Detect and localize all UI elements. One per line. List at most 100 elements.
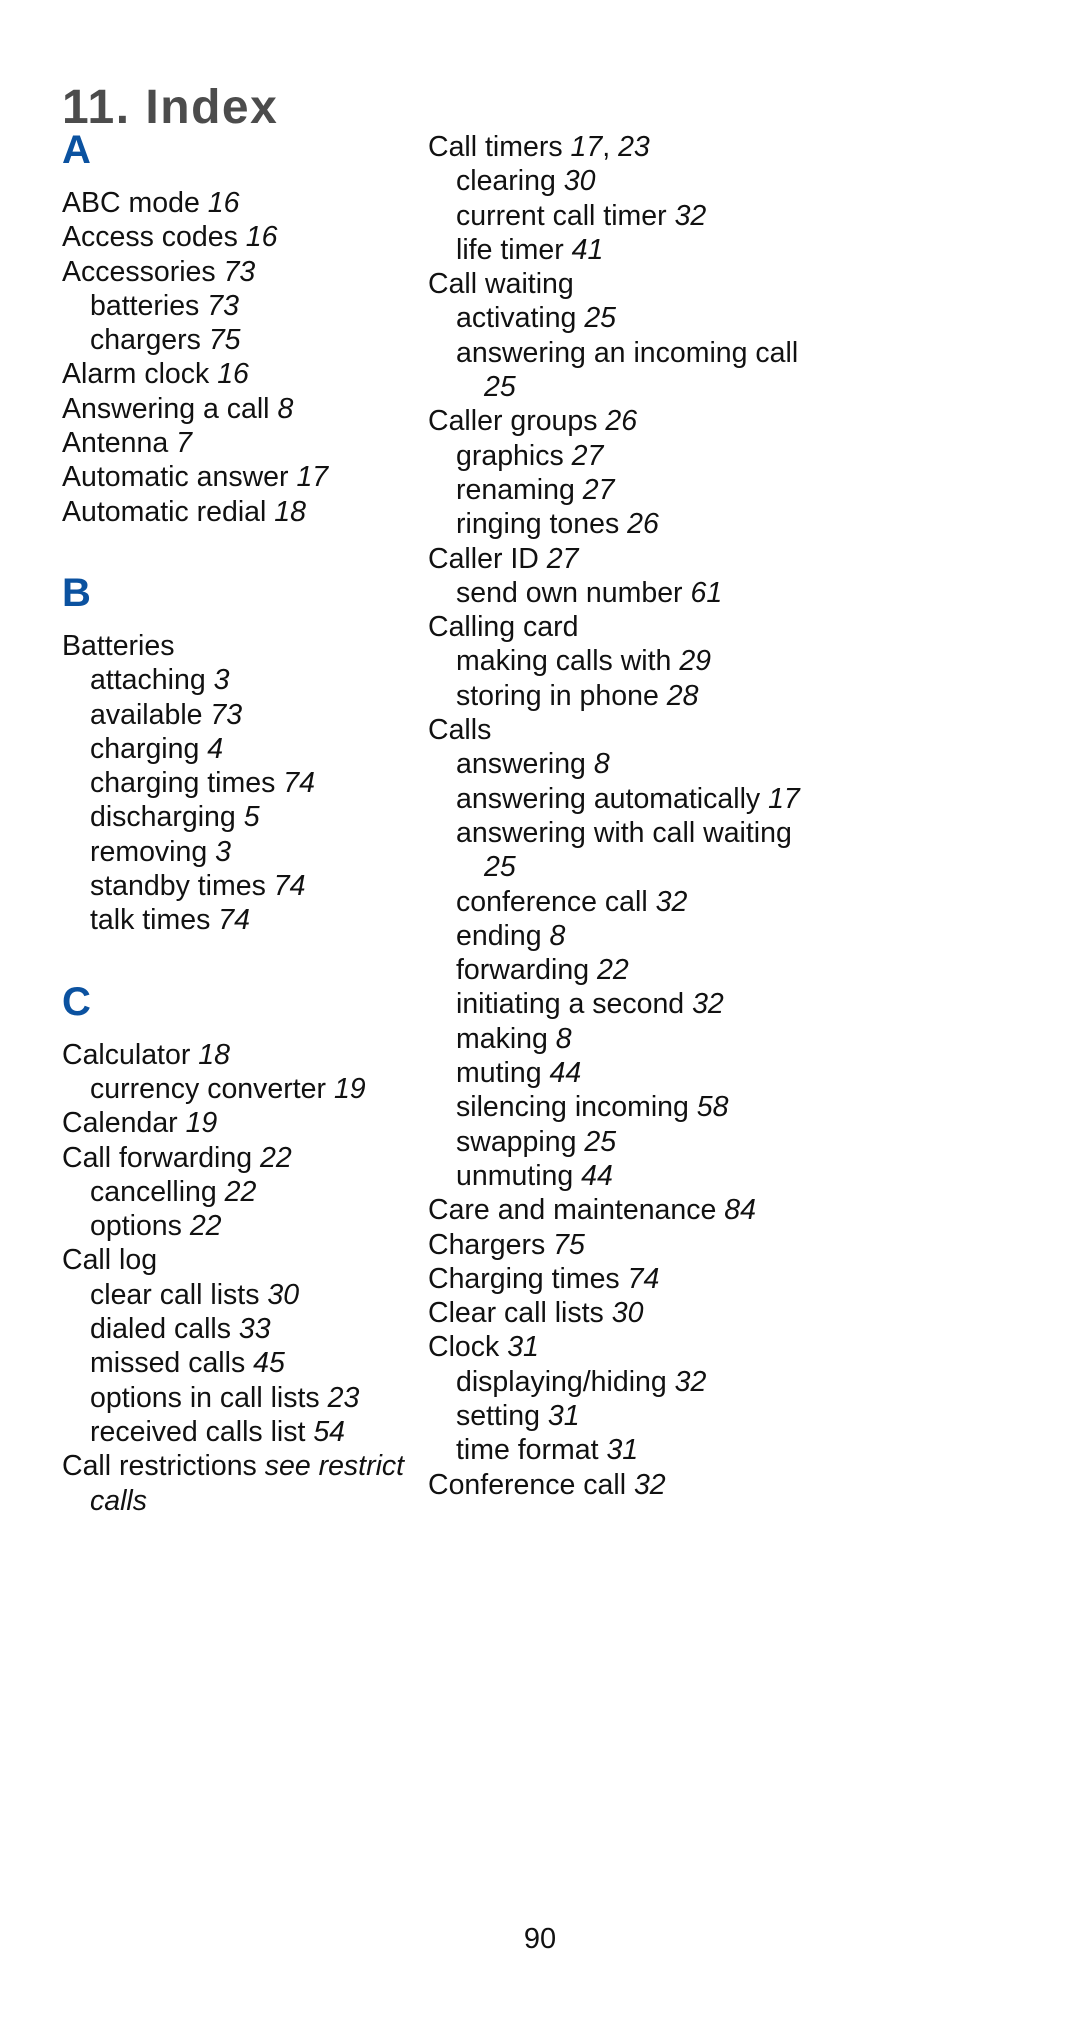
index-entry-label: discharging	[90, 801, 236, 834]
index-entry-page-number: 3	[213, 664, 230, 697]
index-entry-page-number: 74	[218, 904, 250, 937]
section-letter-a: A	[62, 128, 91, 172]
index-entry-label: Automatic redial	[62, 495, 267, 528]
index-entry: making 8	[428, 1022, 828, 1056]
index-entry: attaching 3	[62, 663, 422, 697]
index-entry: displaying/hiding 32	[428, 1365, 828, 1399]
index-entry-page-number: 32	[674, 1365, 707, 1398]
index-entry: received calls list 54	[62, 1415, 422, 1449]
index-entry-page-number: 32	[655, 885, 688, 918]
index-entry: Calls	[428, 713, 828, 747]
index-entry: dialed calls 33	[62, 1312, 422, 1346]
index-entry-page-number: 22	[597, 954, 629, 987]
index-entry-label: charging times	[90, 767, 276, 800]
index-entry-label: forwarding	[456, 954, 590, 987]
index-entry-page-number: 19	[185, 1107, 218, 1140]
index-entry-label: received calls list	[90, 1415, 306, 1448]
index-entry-label: ending	[456, 919, 542, 952]
index-entry-label: renaming	[456, 473, 575, 506]
index-entry: storing in phone 28	[428, 679, 828, 713]
index-entry: Alarm clock 16	[62, 357, 422, 391]
index-entry-label: current call timer	[456, 199, 667, 232]
index-entry-page-number: 25	[584, 302, 617, 335]
index-entry-page-number: 73	[223, 255, 256, 288]
index-entry-page-number: 8	[593, 748, 610, 781]
index-entry: send own number 61	[428, 576, 828, 610]
index-entry-label: Chargers	[428, 1228, 546, 1261]
index-entry: Call forwarding 22	[62, 1141, 422, 1175]
index-entry: Calendar 19	[62, 1106, 422, 1140]
index-entry-label: dialed calls	[90, 1313, 231, 1346]
index-entry-label: Calls	[428, 714, 492, 747]
section-letter-c: C	[62, 979, 91, 1024]
index-entry-label: Accessories	[62, 255, 216, 288]
index-entry: currency converter 19	[62, 1072, 422, 1106]
index-entry-page-number: 3	[215, 835, 231, 868]
index-entry-page-number: 18	[198, 1038, 230, 1071]
index-entry-label: storing in phone	[456, 679, 659, 712]
index-entry-label: talk times	[90, 904, 211, 937]
index-entry-label: Call forwarding	[62, 1141, 253, 1174]
index-entry-label: making calls with	[456, 645, 672, 678]
index-entry-label: cancelling	[90, 1175, 217, 1208]
index-entry: options in call lists 23	[62, 1381, 422, 1415]
index-entry-label: initiating a second	[456, 988, 685, 1021]
index-entry: Automatic answer 17	[62, 460, 422, 494]
page-number-folio: 90	[523, 1923, 557, 1955]
index-entry-page-number: 73	[207, 289, 239, 322]
index-entry-label: answering an incoming call	[456, 336, 799, 369]
index-entry: missed calls 45	[62, 1346, 422, 1380]
index-entry: batteries 73	[62, 289, 422, 323]
index-entry: chargers 75	[62, 323, 422, 357]
index-entry-label: removing	[90, 835, 208, 868]
index-entry-label: options	[90, 1210, 182, 1243]
index-entry: conference call 32	[428, 885, 828, 919]
index-entry-page-number: 33	[238, 1313, 271, 1346]
index-entry: Batteries	[62, 629, 422, 663]
index-entry: cancelling 22	[62, 1175, 422, 1209]
index-entry-page-number: 58	[696, 1091, 729, 1124]
index-entry-label: graphics	[456, 439, 564, 472]
index-entry-page-number: 31	[606, 1434, 639, 1467]
index-entry-page-number: 8	[549, 919, 566, 952]
index-entry-label: clearing	[456, 165, 556, 198]
index-entry-page-number: 8	[277, 392, 294, 425]
index-entry-label: Calendar	[62, 1107, 178, 1140]
index-entry-page-number: 19	[333, 1072, 366, 1105]
index-entry-page-number: 84	[724, 1194, 756, 1227]
index-entry-page-number: 75	[208, 324, 241, 357]
index-entry: Call restrictions see restrict calls	[62, 1449, 422, 1518]
index-entry: answering with call waiting 25	[428, 816, 828, 885]
index-entry-label: available	[90, 698, 203, 731]
index-entry-label: setting	[456, 1399, 540, 1432]
page-title: 11. Index	[62, 81, 279, 135]
index-entry-page-number: 73	[210, 698, 243, 731]
index-entry: making calls with 29	[428, 644, 828, 678]
index-entry-page-number: 27	[571, 439, 604, 472]
index-entry-label: making	[456, 1022, 548, 1055]
index-entry: Clock 31	[428, 1330, 828, 1364]
index-entry: renaming 27	[428, 473, 828, 507]
index-entry: answering an incoming call 25	[428, 336, 828, 405]
index-entry: Caller groups 26	[428, 404, 828, 438]
index-entry: swapping 25	[428, 1125, 828, 1159]
index-entry: unmuting 44	[428, 1159, 828, 1193]
index-entry-label: Care and maintenance	[428, 1194, 717, 1227]
index-entry: Accessories 73	[62, 255, 422, 289]
index-entry-label: ABC mode	[62, 187, 200, 219]
index-entry-label: silencing incoming	[456, 1091, 689, 1124]
index-entry-page-number: 17	[570, 131, 603, 163]
index-entry-page-number: 32	[674, 199, 707, 232]
index-entry: charging times 74	[62, 766, 422, 800]
index-entry-label: unmuting	[456, 1159, 574, 1192]
index-entry-page-number: 4	[207, 732, 224, 765]
index-entry-page-number: 16	[245, 221, 278, 254]
index-column-left: A ABC mode 16 Access codes 16 Accessories 7…	[62, 130, 422, 1518]
index-entry: time format 31	[428, 1433, 828, 1467]
index-entry-page-number: 32	[692, 988, 724, 1021]
index-entry-page-number: 25	[484, 371, 516, 404]
index-entry-page-number: 45	[253, 1347, 285, 1380]
index-entry-page-number: 23	[327, 1381, 360, 1414]
index-entry-label: clear call lists	[90, 1278, 260, 1311]
index-entry-label: Calling card	[428, 611, 579, 644]
